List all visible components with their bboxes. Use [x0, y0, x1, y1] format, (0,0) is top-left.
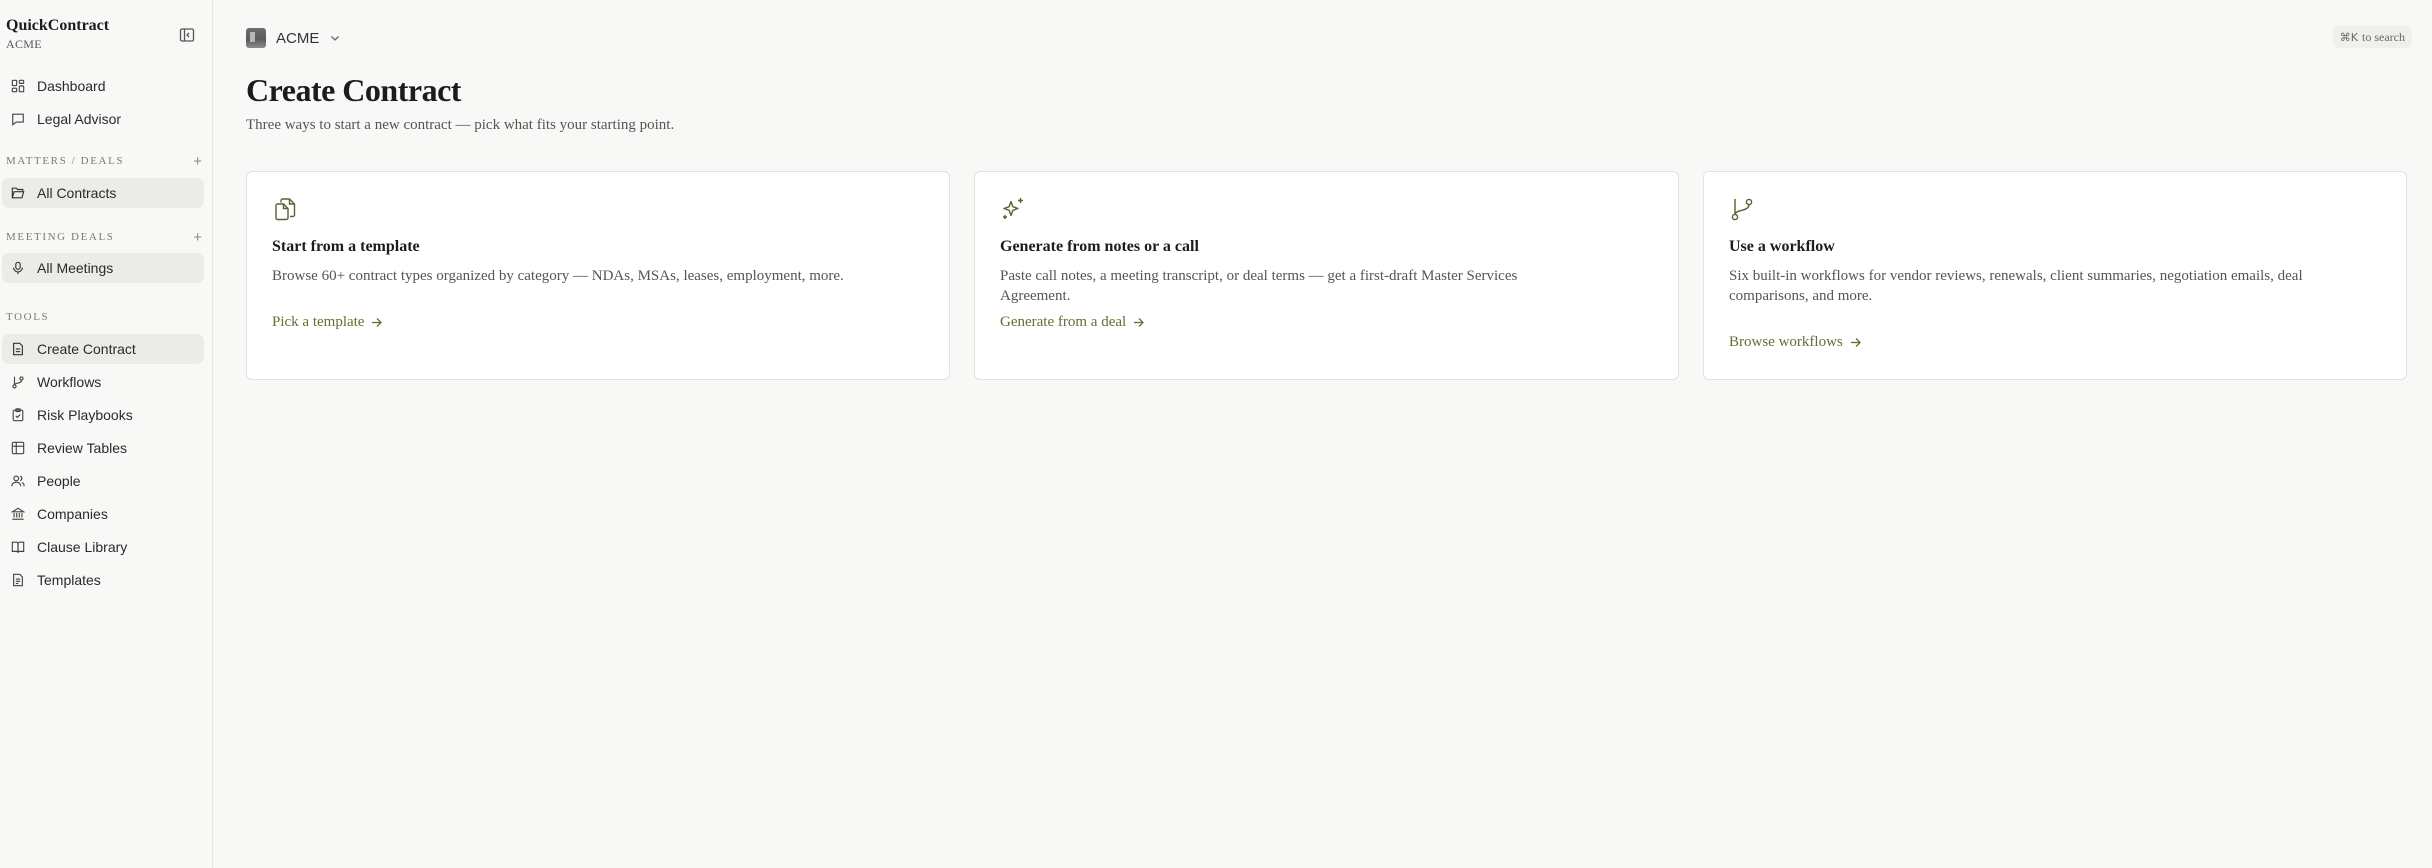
- sidebar-item-label: Legal Advisor: [37, 111, 122, 127]
- link-label: Browse workflows: [1729, 334, 1843, 350]
- book-icon: [2, 540, 32, 554]
- sidebar-item-label: Review Tables: [37, 440, 128, 456]
- sidebar-item-label: Dashboard: [37, 78, 106, 94]
- sidebar-toggle-icon: [179, 28, 195, 42]
- add-matter-icon[interactable]: +: [193, 154, 202, 169]
- file-icon: [2, 573, 32, 587]
- pick-template-link[interactable]: Pick a template: [272, 314, 383, 331]
- sidebar-item-label: Create Contract: [37, 341, 136, 357]
- brand: QuickContract ACME: [6, 17, 109, 52]
- card-template[interactable]: Start from a template Browse 60+ contrac…: [246, 171, 950, 380]
- sidebar-item-people[interactable]: People: [2, 466, 204, 496]
- dashboard-icon: [2, 79, 32, 93]
- sidebar-item-label: People: [37, 473, 81, 489]
- card-description: Paste call notes, a meeting transcript, …: [1000, 268, 1518, 304]
- section-tools: TOOLS: [6, 309, 202, 325]
- sidebar-item-templates[interactable]: Templates: [2, 565, 204, 595]
- card-title: Start from a template: [272, 238, 420, 255]
- card-title: Use a workflow: [1729, 238, 1835, 255]
- brand-org: ACME: [6, 37, 42, 51]
- card-description: Browse 60+ contract types organized by c…: [272, 268, 844, 284]
- page-subtitle: Three ways to start a new contract — pic…: [246, 117, 675, 133]
- sidebar-item-label: All Meetings: [37, 260, 114, 276]
- link-label: Generate from a deal: [1000, 314, 1127, 330]
- generate-from-deal-link[interactable]: Generate from a deal: [1000, 314, 1145, 331]
- sidebar-item-legal-advisor[interactable]: Legal Advisor: [2, 104, 204, 134]
- org-switcher[interactable]: ACME: [246, 27, 341, 49]
- card-workflow[interactable]: Use a workflow Six built-in workflows fo…: [1703, 171, 2407, 380]
- section-title: MATTERS / DEALS: [6, 155, 125, 167]
- users-icon: [2, 474, 32, 488]
- org-avatar: [246, 28, 266, 48]
- sidebar-item-companies[interactable]: Companies: [2, 499, 204, 529]
- link-label: Pick a template: [272, 314, 365, 330]
- git-branch-icon: [1729, 196, 1755, 222]
- sidebar-item-review-tables[interactable]: Review Tables: [2, 433, 204, 463]
- sidebar-item-create-contract[interactable]: Create Contract: [2, 334, 204, 364]
- section-title: TOOLS: [6, 311, 50, 323]
- chat-icon: [2, 112, 32, 126]
- sidebar-item-workflows[interactable]: Workflows: [2, 367, 204, 397]
- arrow-right-icon: [370, 316, 383, 329]
- sidebar-item-label: Risk Playbooks: [37, 407, 133, 423]
- git-branch-icon: [2, 375, 32, 389]
- sidebar-item-label: Clause Library: [37, 539, 128, 555]
- clipboard-check-icon: [2, 408, 32, 422]
- search-shortcut-text: to search: [2362, 29, 2405, 44]
- copy-icon: [272, 196, 298, 222]
- brand-name: QuickContract: [6, 17, 110, 34]
- table-icon: [2, 441, 32, 455]
- sidebar-item-all-contracts[interactable]: All Contracts: [2, 178, 204, 208]
- section-title: MEETING DEALS: [6, 231, 115, 243]
- chevron-down-icon: [329, 32, 341, 44]
- arrow-right-icon: [1132, 316, 1145, 329]
- bank-icon: [2, 507, 32, 521]
- sidebar-item-dashboard[interactable]: Dashboard: [2, 71, 204, 101]
- sidebar-item-risk-playbooks[interactable]: Risk Playbooks: [2, 400, 204, 430]
- folder-open-icon: [2, 186, 32, 200]
- sparkles-icon: [1000, 196, 1026, 222]
- sidebar-item-label: Workflows: [37, 374, 102, 390]
- search-shortcut-hint[interactable]: ⌘K to search: [2332, 26, 2412, 48]
- org-name: ACME: [276, 29, 320, 47]
- page-title: Create Contract: [246, 72, 461, 108]
- browse-workflows-link[interactable]: Browse workflows: [1729, 334, 1862, 351]
- card-generate[interactable]: Generate from notes or a call Paste call…: [974, 171, 1679, 380]
- sidebar-item-label: Templates: [37, 572, 101, 588]
- card-title: Generate from notes or a call: [1000, 238, 1199, 255]
- search-shortcut-key: ⌘K: [2339, 30, 2359, 44]
- sidebar-item-label: Companies: [37, 506, 108, 522]
- card-description: Six built-in workflows for vendor review…: [1729, 268, 2303, 304]
- sidebar-item-clause-library[interactable]: Clause Library: [2, 532, 204, 562]
- collapse-sidebar-button[interactable]: [176, 24, 198, 46]
- microphone-icon: [2, 261, 32, 275]
- section-matters-deals: MATTERS / DEALS +: [6, 153, 202, 169]
- add-meeting-icon[interactable]: +: [193, 230, 202, 245]
- sidebar-item-label: All Contracts: [37, 185, 117, 201]
- arrow-right-icon: [1849, 336, 1862, 349]
- sidebar: QuickContract ACME Dashboard Legal Advis…: [0, 0, 213, 868]
- file-text-icon: [2, 342, 32, 356]
- section-meeting-deals: MEETING DEALS +: [6, 229, 202, 245]
- sidebar-item-all-meetings[interactable]: All Meetings: [2, 253, 204, 283]
